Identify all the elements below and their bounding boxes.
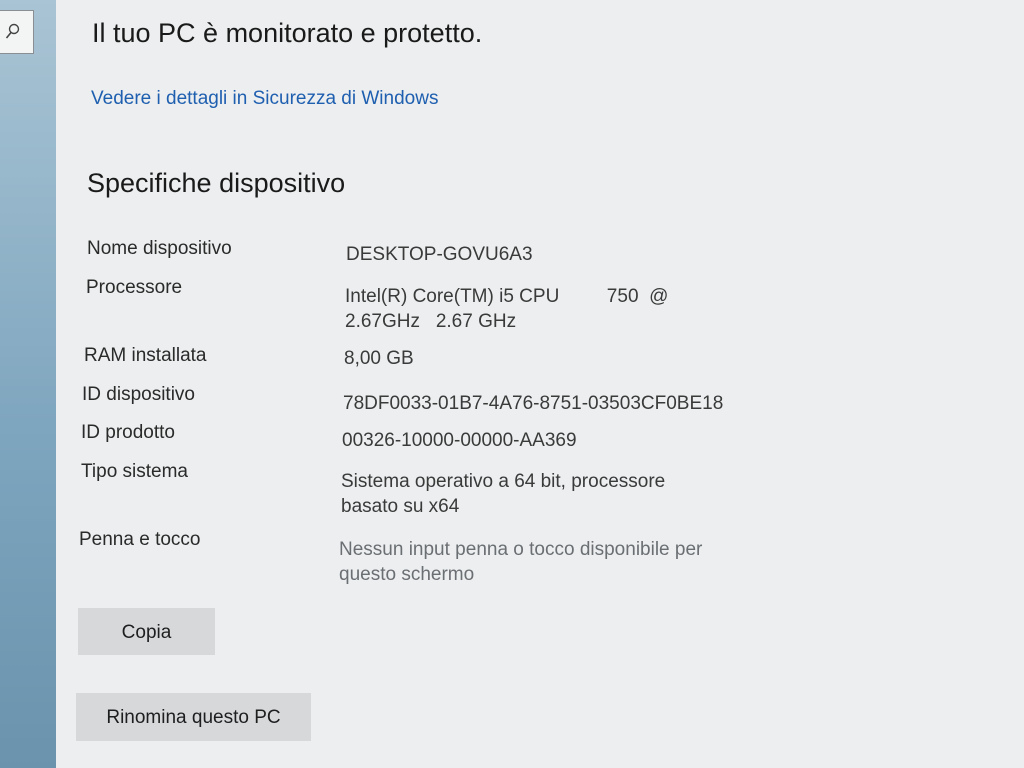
search-icon (5, 23, 20, 39)
spec-value-product-id: 00326-10000-00000-AA369 (342, 430, 577, 451)
security-details-link[interactable]: Vedere i dettagli in Sicurezza di Window… (91, 88, 438, 110)
spec-label-processor: Processore (86, 277, 183, 298)
spec-label-device-name: Nome dispositivo (87, 238, 232, 259)
section-title-device-specs: Specifiche dispositivo (87, 168, 346, 198)
security-status-title: Il tuo PC è monitorato e protetto. (92, 18, 483, 48)
copy-button[interactable]: Copia (78, 608, 215, 655)
spec-value-processor: Intel(R) Core(TM) i5 CPU 750 @ 2.67GHz 2… (345, 286, 669, 332)
spec-value-system-type: Sistema operativo a 64 bit, processore b… (341, 471, 666, 517)
spec-label-pen-touch: Penna e tocco (79, 529, 201, 550)
spec-value-device-id: 78DF0033-01B7-4A76-8751-03503CF0BE18 (343, 393, 724, 414)
spec-label-product-id: ID prodotto (81, 422, 175, 443)
spec-value-ram: 8,00 GB (344, 348, 414, 369)
sidebar-edge (0, 0, 56, 768)
spec-label-system-type: Tipo sistema (81, 461, 188, 482)
spec-label-device-id: ID dispositivo (82, 384, 195, 405)
search-box[interactable] (0, 10, 34, 54)
spec-value-pen-touch: Nessun input penna o tocco disponibile p… (339, 539, 703, 585)
settings-content: Il tuo PC è monitorato e protetto. Veder… (56, 0, 1024, 768)
rename-pc-button[interactable]: Rinomina questo PC (76, 693, 311, 741)
spec-label-ram: RAM installata (84, 345, 207, 366)
spec-value-device-name: DESKTOP-GOVU6A3 (346, 244, 533, 265)
